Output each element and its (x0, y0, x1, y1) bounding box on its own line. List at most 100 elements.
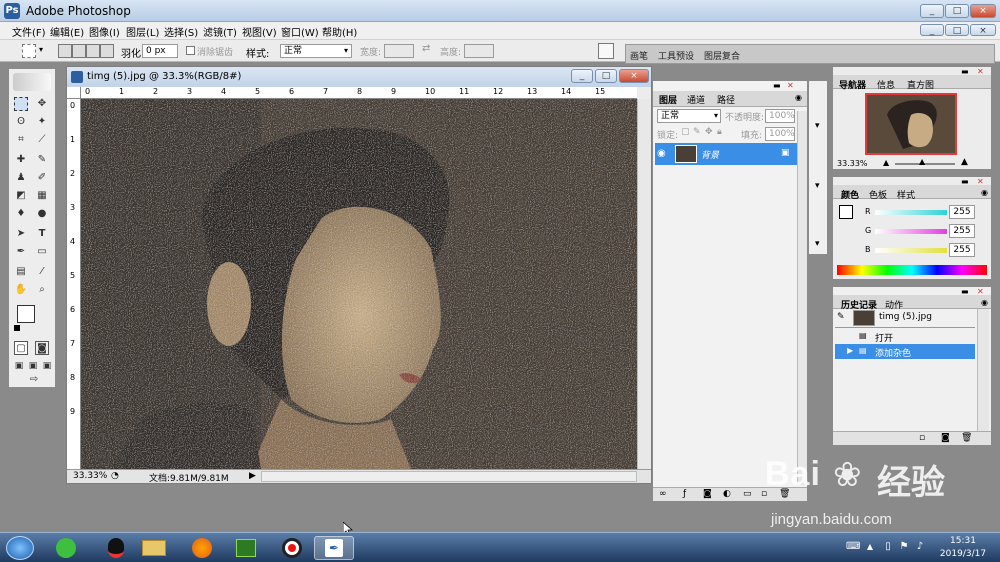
taskbar-app-firefox-icon[interactable] (182, 536, 222, 560)
antialias-checkbox[interactable] (186, 46, 195, 55)
shape-icon[interactable]: ▭ (35, 245, 49, 259)
quick-mask-icon[interactable]: ◙ (35, 341, 49, 355)
move-icon[interactable]: ✥ (35, 97, 49, 111)
magic-wand-icon[interactable]: ✦ (35, 115, 49, 129)
well-tab-tool-presets[interactable]: 工具预设 (658, 49, 694, 62)
doc-close-button[interactable]: × (970, 24, 996, 36)
new-selection-icon[interactable] (58, 44, 72, 58)
lock-pixels-icon[interactable]: ✎ (693, 127, 701, 137)
strip-arrow-icon[interactable]: ▾ (815, 181, 820, 191)
tray-expand-icon[interactable]: ▲ (864, 541, 876, 553)
adjustment-layer-icon[interactable]: ◐ (723, 489, 731, 499)
path-select-icon[interactable]: ➤ (14, 227, 28, 241)
panel-close-icon[interactable]: ✕ (787, 81, 794, 90)
width-input[interactable] (384, 44, 414, 58)
panel-menu-icon[interactable]: ◉ (981, 188, 988, 197)
tab-layers[interactable]: 图层 (659, 93, 677, 106)
doc-window-maximize-button[interactable]: □ (595, 69, 617, 83)
menu-image[interactable]: 图像(I) (89, 24, 120, 39)
color-spectrum-bar[interactable] (837, 265, 987, 275)
doc-restore-button[interactable]: □ (945, 24, 969, 36)
foreground-swatch[interactable] (839, 205, 853, 219)
lasso-icon[interactable]: ʘ (14, 115, 28, 129)
layer-style-icon[interactable]: ƒ (683, 489, 686, 499)
feather-input[interactable]: 0 px (142, 44, 178, 58)
layers-scrollbar[interactable] (797, 111, 807, 485)
channel-r-value[interactable]: 255 (949, 205, 975, 219)
history-brush-icon[interactable]: ✐ (35, 171, 49, 185)
taskbar-app-photoshop-icon[interactable]: ✒ (314, 536, 354, 560)
clone-stamp-icon[interactable]: ♟ (14, 171, 28, 185)
taskbar-app-explorer-icon[interactable] (134, 536, 174, 560)
dodge-icon[interactable]: ● (35, 207, 49, 221)
add-selection-icon[interactable] (72, 44, 86, 58)
strip-arrow-icon[interactable]: ▾ (815, 239, 820, 249)
screen-mode-standard-icon[interactable]: ▣ (12, 359, 26, 373)
close-button[interactable]: × (970, 4, 996, 18)
swap-icon[interactable]: ⇄ (422, 43, 430, 54)
lock-position-icon[interactable]: ✥ (705, 127, 713, 137)
panel-menu-icon[interactable]: ◉ (981, 298, 988, 307)
panel-minimize-icon[interactable]: ▬ (773, 81, 781, 90)
vertical-ruler[interactable]: 0 1 2 3 4 5 6 7 8 9 (67, 99, 81, 469)
doc-minimize-button[interactable]: _ (920, 24, 944, 36)
blend-mode-select[interactable]: 正常 ▾ (657, 109, 721, 123)
channel-b-value[interactable]: 255 (949, 243, 975, 257)
taskbar-app-360-icon[interactable] (46, 536, 86, 560)
opacity-input[interactable]: 100% (765, 109, 795, 123)
brush-icon[interactable]: ✎ (35, 153, 49, 167)
navigator-preview[interactable] (865, 93, 957, 155)
layer-mask-icon[interactable]: ◙ (703, 489, 712, 499)
height-input[interactable] (464, 44, 494, 58)
channel-r-slider[interactable] (875, 210, 947, 215)
blur-icon[interactable]: ♦ (14, 207, 28, 221)
navigator-zoom-value[interactable]: 33.33% (837, 159, 868, 168)
menu-edit[interactable]: 编辑(E) (50, 24, 84, 39)
horizontal-ruler[interactable]: 0 1 2 3 4 5 6 7 8 9 10 11 12 13 14 15 (81, 87, 637, 99)
zoom-icon[interactable]: ⌕ (35, 283, 49, 297)
jump-to-imageready-icon[interactable]: ⇨ (24, 373, 44, 387)
lock-all-icon[interactable]: 🔒︎ (717, 127, 722, 137)
hand-icon[interactable]: ✋ (14, 283, 28, 297)
horizontal-scrollbar[interactable] (261, 471, 637, 482)
menu-window[interactable]: 窗口(W) (281, 24, 319, 39)
tab-paths[interactable]: 路径 (717, 93, 735, 106)
subtract-selection-icon[interactable] (86, 44, 100, 58)
doc-window-close-button[interactable]: × (619, 69, 649, 83)
menu-filter[interactable]: 滤镜(T) (203, 24, 237, 39)
maximize-button[interactable]: □ (945, 4, 969, 18)
zoom-level[interactable]: 33.33% (73, 471, 107, 481)
delete-state-icon[interactable]: 🗑︎ (961, 433, 972, 443)
history-item[interactable]: ▤ 打开 (835, 329, 975, 344)
tab-swatches[interactable]: 色板 (869, 188, 887, 201)
layer-row-background[interactable]: ◉ 背景 ▣ (655, 143, 797, 165)
taskbar-app-recorder-icon[interactable] (272, 536, 312, 560)
pen-icon[interactable]: ✒ (14, 245, 28, 259)
default-colors-icon[interactable] (14, 325, 20, 331)
new-snapshot-icon[interactable]: ◙ (941, 433, 950, 443)
new-group-icon[interactable]: ▭ (743, 489, 752, 499)
tab-styles[interactable]: 样式 (897, 188, 915, 201)
tray-volume-icon[interactable]: ♪ (914, 541, 926, 553)
tab-channels[interactable]: 通道 (687, 93, 705, 106)
notes-icon[interactable]: ▤ (14, 265, 28, 279)
status-menu-arrow-icon[interactable]: ▶ (249, 471, 256, 481)
style-select[interactable]: 正常 ▾ (280, 44, 352, 58)
type-icon[interactable]: T (35, 227, 49, 241)
vertical-scrollbar[interactable] (637, 99, 651, 469)
history-snapshot-row[interactable]: ✎ timg (5).jpg (835, 309, 975, 327)
taskbar-app-qq-icon[interactable] (96, 536, 136, 560)
minimize-button[interactable]: _ (920, 4, 944, 18)
tray-keyboard-icon[interactable]: ⌨ (846, 541, 860, 553)
taskbar-app-media-icon[interactable] (226, 536, 266, 560)
well-tab-brushes[interactable]: 画笔 (630, 49, 648, 62)
zoom-slider-handle[interactable]: ▲ (919, 157, 925, 166)
fill-input[interactable]: 100% (765, 127, 795, 141)
history-brush-source-icon[interactable]: ✎ (837, 312, 845, 322)
history-scrollbar[interactable] (977, 309, 989, 431)
tab-info[interactable]: 信息 (877, 78, 895, 91)
file-browser-icon[interactable] (598, 43, 614, 59)
tab-color[interactable]: 颜色 (841, 188, 859, 201)
zoom-in-icon[interactable]: ▲ (961, 157, 968, 167)
intersect-selection-icon[interactable] (100, 44, 114, 58)
